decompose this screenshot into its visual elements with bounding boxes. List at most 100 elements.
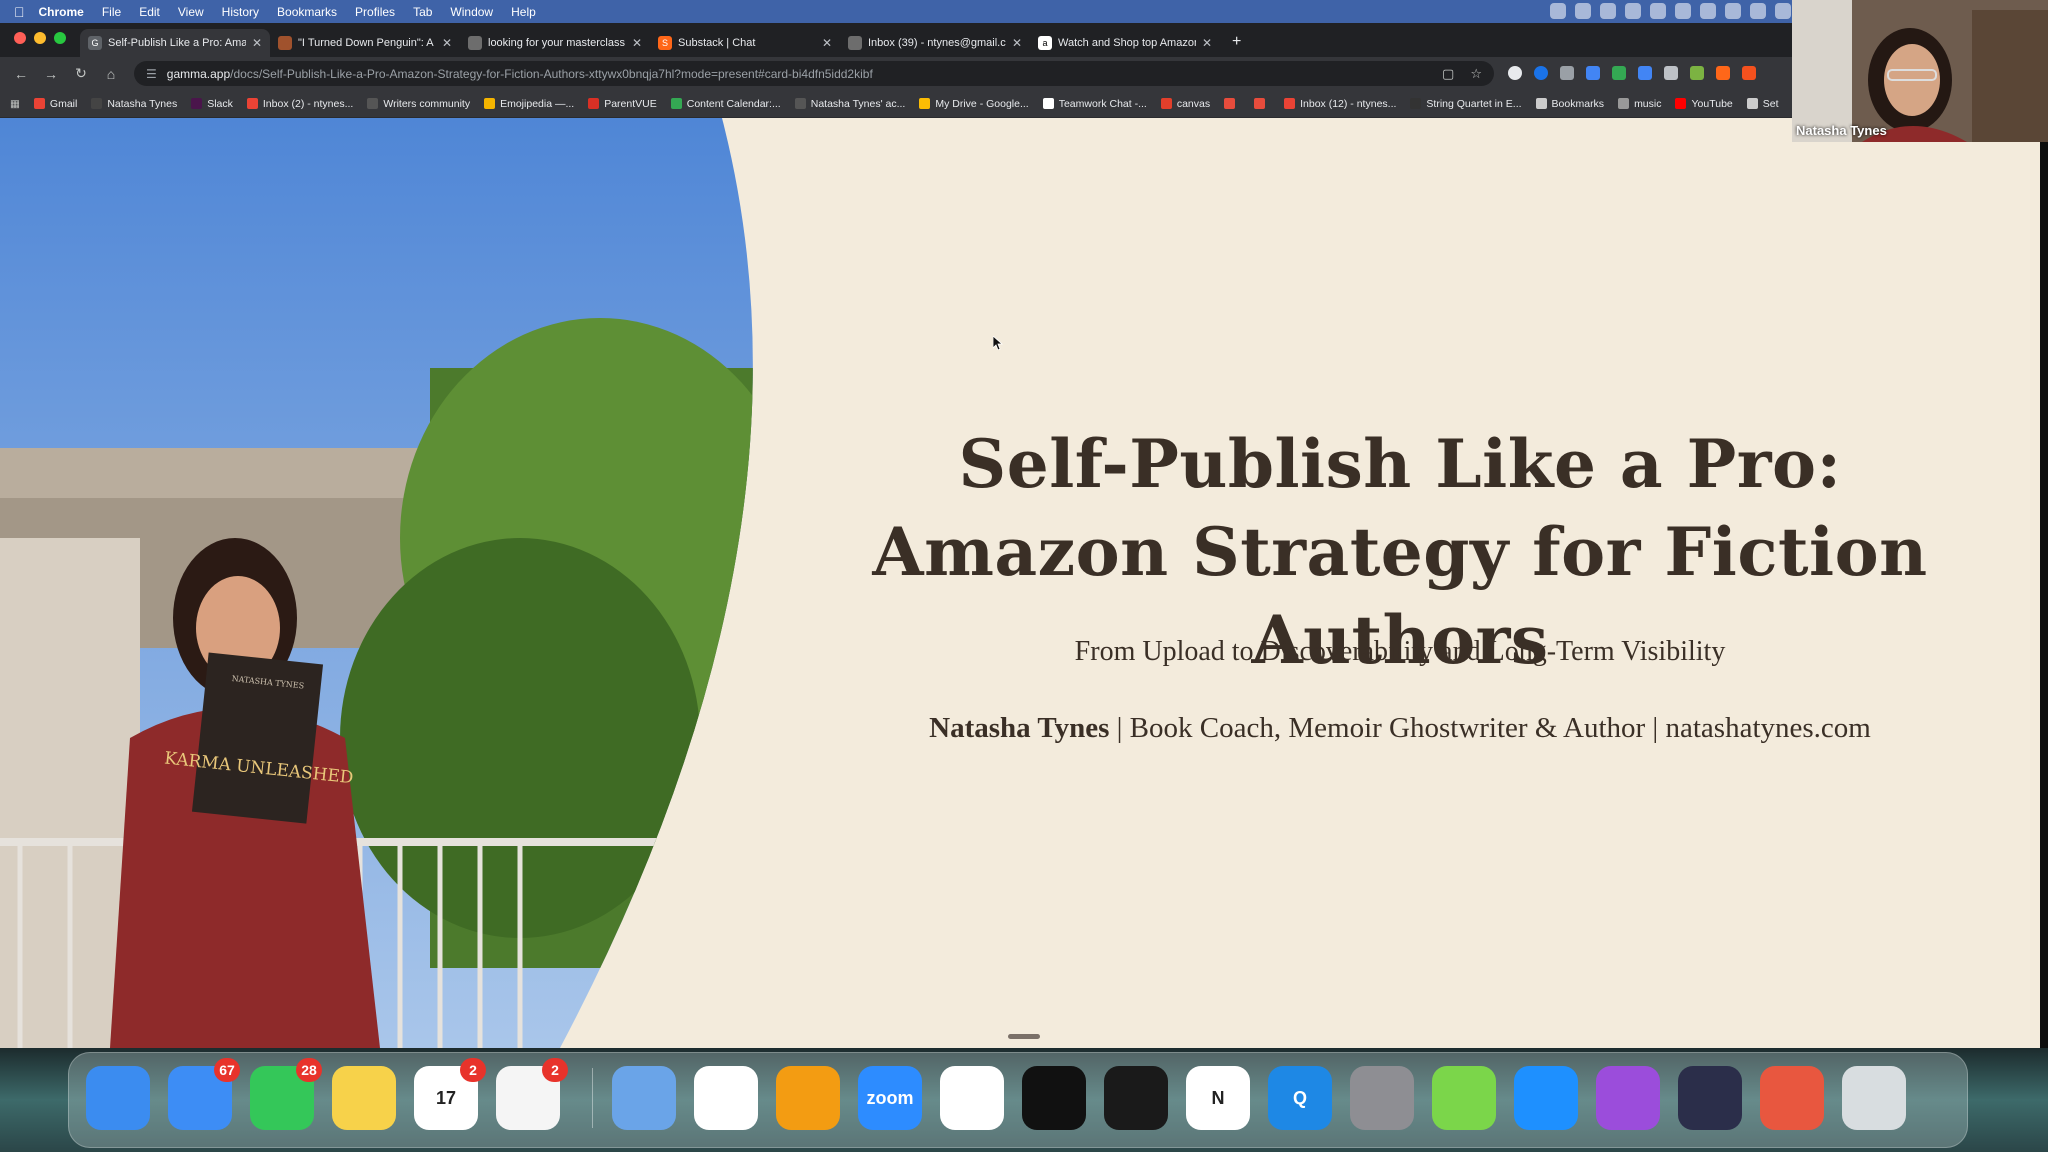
forward-icon[interactable]: → <box>36 66 66 82</box>
archive-utility-dock-icon[interactable] <box>1432 1066 1496 1130</box>
site-info-icon[interactable]: ☰ <box>146 67 157 81</box>
claude-dock-icon[interactable] <box>1760 1066 1824 1130</box>
bookmark-item[interactable]: music <box>1618 98 1661 110</box>
reminders-dock-icon[interactable]: 2 <box>496 1058 568 1130</box>
ai-icon[interactable] <box>1650 3 1666 19</box>
bookmark-item[interactable] <box>1254 98 1270 109</box>
bookmark-item[interactable]: Teamwork Chat -... <box>1042 98 1147 110</box>
bookmark-item[interactable]: Emojipedia —... <box>484 98 574 110</box>
extension-leaf-icon[interactable] <box>1690 66 1704 80</box>
browser-tab[interactable]: Inbox (39) - ntynes@gmail.co ✕ <box>840 29 1030 57</box>
presentation-drag-handle[interactable] <box>1008 1034 1040 1039</box>
menu-window[interactable]: Window <box>450 5 493 19</box>
notion-dock-icon[interactable]: N <box>1186 1066 1250 1130</box>
browser-tab[interactable]: "I Turned Down Penguin": A C ✕ <box>270 29 460 57</box>
menu-tab[interactable]: Tab <box>413 5 432 19</box>
extension-s-icon[interactable] <box>1508 66 1522 80</box>
bookmark-item[interactable] <box>1224 98 1240 109</box>
voice-memos-dock-icon[interactable] <box>1678 1066 1742 1130</box>
close-window-icon[interactable] <box>14 32 26 44</box>
bookmark-item[interactable]: canvas <box>1160 98 1210 110</box>
trash-dock-icon[interactable] <box>1842 1066 1906 1130</box>
zoom-icon[interactable] <box>1575 3 1591 19</box>
tab-close-icon[interactable]: ✕ <box>442 36 452 50</box>
extension-green-icon[interactable] <box>1612 66 1626 80</box>
menu-file[interactable]: File <box>102 5 121 19</box>
bookmark-star-icon[interactable]: ☆ <box>1470 66 1482 82</box>
spotify-dock-icon[interactable] <box>1022 1066 1086 1130</box>
grammarly-icon[interactable] <box>1675 3 1691 19</box>
tab-close-icon[interactable]: ✕ <box>252 36 262 50</box>
apps-grid-icon[interactable]: ▦ <box>10 98 20 110</box>
menu-edit[interactable]: Edit <box>139 5 160 19</box>
brightness-icon[interactable] <box>1600 3 1616 19</box>
chrome-dock-icon[interactable] <box>694 1066 758 1130</box>
calendar-dock-icon[interactable]: 17 2 <box>414 1058 486 1130</box>
safari-dock-icon[interactable] <box>1514 1066 1578 1130</box>
messages-dock-icon[interactable]: 28 <box>250 1058 322 1130</box>
system-settings-dock-icon[interactable] <box>1350 1066 1414 1130</box>
extension-orange-icon[interactable] <box>1716 66 1730 80</box>
bookmark-item[interactable]: String Quartet in E... <box>1410 98 1522 110</box>
browser-tab[interactable]: S Substack | Chat ✕ <box>650 29 840 57</box>
browser-tab[interactable]: a Watch and Shop top Amazon ✕ <box>1030 29 1220 57</box>
tab-close-icon[interactable]: ✕ <box>1202 36 1212 50</box>
bookmark-item[interactable]: Gmail <box>33 98 77 110</box>
bookmark-item[interactable]: My Drive - Google... <box>919 98 1029 110</box>
menu-help[interactable]: Help <box>511 5 536 19</box>
zoom-window-icon[interactable] <box>54 32 66 44</box>
zoom-dock-icon[interactable]: zoom <box>858 1066 922 1130</box>
castro-dock-icon[interactable] <box>1104 1066 1168 1130</box>
notion-icon[interactable] <box>1725 3 1741 19</box>
menu-view[interactable]: View <box>178 5 204 19</box>
bookmark-item[interactable]: ParentVUE <box>588 98 657 110</box>
menu-app-name[interactable]: Chrome <box>39 5 84 19</box>
tab-close-icon[interactable]: ✕ <box>1012 36 1022 50</box>
extension-settings-icon[interactable] <box>1638 66 1652 80</box>
extension-grey-icon[interactable] <box>1560 66 1574 80</box>
pages-dock-icon[interactable] <box>776 1066 840 1130</box>
cast-icon[interactable]: ▢ <box>1442 66 1454 82</box>
menu-profiles[interactable]: Profiles <box>355 5 395 19</box>
textedit-dock-icon[interactable] <box>940 1066 1004 1130</box>
extension-blue-icon[interactable] <box>1534 66 1548 80</box>
menu-bookmarks[interactable]: Bookmarks <box>277 5 337 19</box>
tab-close-icon[interactable]: ✕ <box>632 36 642 50</box>
browser-tab[interactable]: G Self-Publish Like a Pro: Amaz ✕ <box>80 29 270 57</box>
back-icon[interactable]: ← <box>6 66 36 82</box>
extension-red-icon[interactable] <box>1742 66 1756 80</box>
mail-dock-icon[interactable]: 67 <box>168 1058 240 1130</box>
finder-dock-icon[interactable] <box>86 1066 150 1130</box>
tab-close-icon[interactable]: ✕ <box>822 36 832 50</box>
clip-icon[interactable] <box>1750 3 1766 19</box>
new-tab-button[interactable]: + <box>1220 33 1253 57</box>
sparkle-icon[interactable] <box>1700 3 1716 19</box>
notes-dock-icon[interactable] <box>332 1066 396 1130</box>
extension-camera-icon[interactable] <box>1664 66 1678 80</box>
bookmark-item[interactable]: Inbox (2) - ntynes... <box>246 98 353 110</box>
bookmark-item[interactable]: YouTube <box>1675 98 1733 110</box>
bookmark-item[interactable]: Writers community <box>367 98 470 110</box>
bookmark-item[interactable]: Content Calendar:... <box>670 98 781 110</box>
play-icon[interactable] <box>1775 3 1791 19</box>
reload-icon[interactable]: ↻ <box>66 65 96 82</box>
address-bar[interactable]: ☰ gamma.app/docs/Self-Publish-Like-a-Pro… <box>134 61 1494 86</box>
quicktime-dock-icon[interactable]: Q <box>1268 1066 1332 1130</box>
bookmark-item[interactable]: Set <box>1746 98 1779 110</box>
screen-icon[interactable] <box>1550 3 1566 19</box>
chart-icon[interactable] <box>1625 3 1641 19</box>
bookmark-item[interactable]: Natasha Tynes <box>91 98 177 110</box>
browser-tab[interactable]: looking for your masterclass ✕ <box>460 29 650 57</box>
bookmark-item[interactable]: Inbox (12) - ntynes... <box>1284 98 1396 110</box>
extension-zoom-icon[interactable] <box>1586 66 1600 80</box>
bookmark-item[interactable]: Slack <box>191 98 233 110</box>
participant-video-tile[interactable]: Natasha Tynes <box>1792 0 2048 142</box>
menu-history[interactable]: History <box>222 5 259 19</box>
podcasts-dock-icon[interactable] <box>1596 1066 1660 1130</box>
apple-menu-icon[interactable]:  <box>14 4 25 20</box>
home-icon[interactable]: ⌂ <box>96 66 126 82</box>
ollama-dock-icon[interactable] <box>612 1066 676 1130</box>
minimize-window-icon[interactable] <box>34 32 46 44</box>
bookmark-item[interactable]: Natasha Tynes' ac... <box>794 98 905 110</box>
bookmark-item[interactable]: Bookmarks <box>1535 98 1604 110</box>
